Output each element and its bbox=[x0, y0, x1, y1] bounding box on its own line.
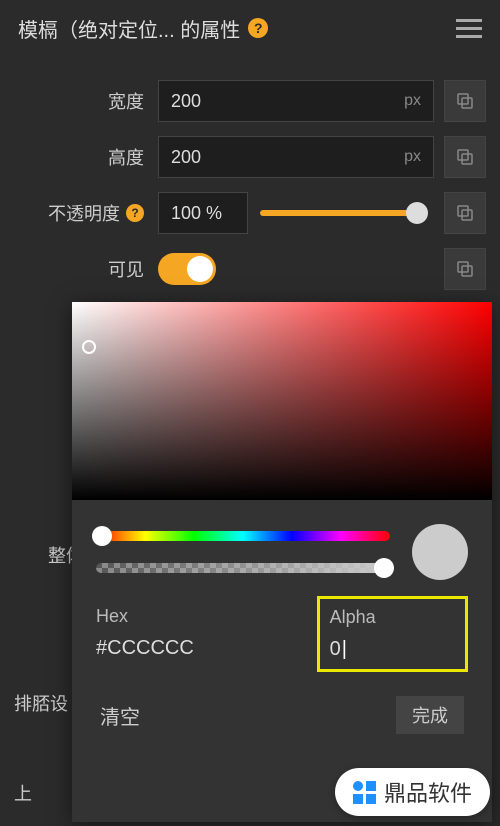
side-label: 排脴设 bbox=[14, 690, 68, 716]
width-unit: px bbox=[404, 92, 421, 110]
hamburger-menu-icon[interactable] bbox=[456, 19, 482, 38]
copy-opacity-button[interactable] bbox=[444, 192, 486, 234]
help-icon[interactable]: ? bbox=[126, 204, 144, 222]
copy-width-button[interactable] bbox=[444, 80, 486, 122]
width-row: 宽度 200 px bbox=[14, 80, 486, 122]
alpha-thumb[interactable] bbox=[374, 558, 394, 578]
alpha-field-highlight: Alpha 0 bbox=[317, 596, 468, 672]
opacity-slider[interactable] bbox=[260, 210, 422, 216]
hex-input[interactable]: #CCCCCC bbox=[96, 637, 297, 660]
clear-button[interactable]: 清空 bbox=[100, 701, 140, 730]
alpha-input[interactable]: 0 bbox=[330, 638, 455, 661]
title-text: 模槅（绝对定位... 的属性 bbox=[18, 14, 240, 43]
height-row: 高度 200 px bbox=[14, 136, 486, 178]
toggle-thumb bbox=[187, 256, 213, 282]
visible-row: 可见 bbox=[14, 248, 486, 290]
visible-label: 可见 bbox=[48, 256, 158, 282]
width-value: 200 bbox=[171, 91, 201, 112]
sv-cursor[interactable] bbox=[82, 340, 96, 354]
link-dimensions-icon[interactable] bbox=[14, 81, 48, 121]
panel-header: 模槅（绝对定位... 的属性 ? bbox=[0, 0, 500, 56]
side-label: 上 bbox=[14, 780, 32, 806]
color-picker-popover: Hex #CCCCCC Alpha 0 清空 完成 bbox=[72, 302, 492, 822]
help-icon[interactable]: ? bbox=[248, 18, 268, 38]
height-unit: px bbox=[404, 148, 421, 166]
watermark-icon bbox=[353, 781, 376, 804]
height-value: 200 bbox=[171, 147, 201, 168]
hue-slider[interactable] bbox=[96, 531, 390, 541]
watermark-text: 鼎品软件 bbox=[384, 776, 472, 808]
watermark: 鼎品软件 bbox=[335, 768, 490, 816]
width-input[interactable]: 200 px bbox=[158, 80, 434, 122]
panel-title: 模槅（绝对定位... 的属性 ? bbox=[18, 14, 268, 43]
height-input[interactable]: 200 px bbox=[158, 136, 434, 178]
alpha-label: Alpha bbox=[330, 607, 455, 628]
copy-height-button[interactable] bbox=[444, 136, 486, 178]
width-label: 宽度 bbox=[48, 88, 158, 114]
opacity-row: 不透明度 ? 100 % bbox=[14, 192, 486, 234]
hex-field: Hex #CCCCCC bbox=[96, 606, 297, 672]
opacity-input[interactable]: 100 % bbox=[158, 192, 248, 234]
hex-label: Hex bbox=[96, 606, 297, 627]
opacity-value: 100 % bbox=[171, 203, 222, 224]
color-preview bbox=[412, 524, 468, 580]
visible-toggle[interactable] bbox=[158, 253, 216, 285]
opacity-label: 不透明度 ? bbox=[48, 200, 158, 226]
saturation-value-area[interactable] bbox=[72, 302, 492, 500]
slider-thumb[interactable] bbox=[406, 202, 428, 224]
alpha-slider[interactable] bbox=[96, 563, 390, 573]
copy-visible-button[interactable] bbox=[444, 248, 486, 290]
height-label: 高度 bbox=[48, 144, 158, 170]
hue-thumb[interactable] bbox=[92, 526, 112, 546]
done-button[interactable]: 完成 bbox=[396, 696, 464, 734]
